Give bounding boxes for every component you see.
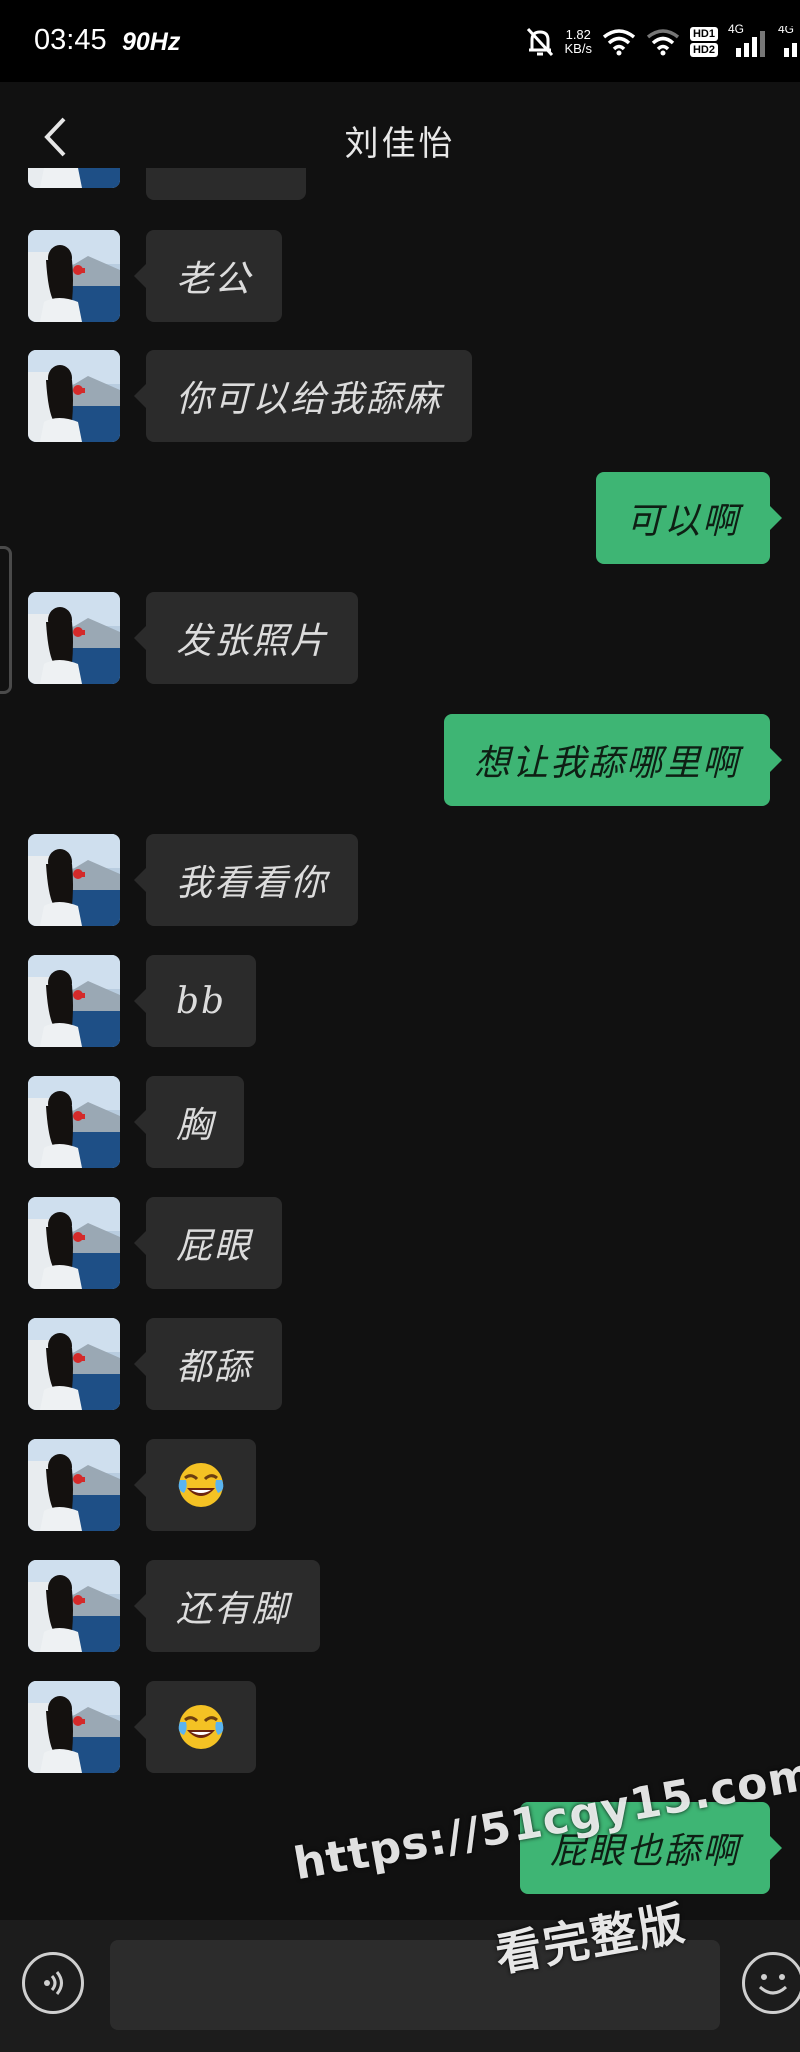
contact-avatar[interactable] xyxy=(28,592,120,684)
contact-avatar[interactable] xyxy=(28,1076,120,1168)
message-row: 可以啊 xyxy=(595,472,784,564)
message-input[interactable] xyxy=(110,1940,720,2030)
signal-bars-icon xyxy=(736,31,765,57)
contact-avatar[interactable] xyxy=(28,1318,120,1410)
partial-message-row xyxy=(28,168,428,204)
incoming-bubble[interactable]: 屁眼 xyxy=(133,1197,283,1289)
avatar xyxy=(28,168,120,188)
input-bar xyxy=(0,1920,800,2052)
net-speed-value: 1.82 xyxy=(565,27,591,42)
incoming-emoji-bubble[interactable] xyxy=(134,1439,256,1531)
status-time: 03:45 xyxy=(34,24,107,56)
incoming-bubble[interactable]: 胸 xyxy=(133,1076,245,1168)
emoji-button[interactable] xyxy=(742,1952,800,2014)
message-row: 屁眼也舔啊 xyxy=(519,1802,784,1894)
wifi-secondary-icon xyxy=(646,29,680,56)
hd2-badge: HD2 xyxy=(689,43,718,57)
message-row: 你可以给我舔麻 xyxy=(28,350,473,442)
contact-avatar[interactable] xyxy=(28,834,120,926)
message-row: 想让我舔哪里啊 xyxy=(443,714,784,806)
incoming-bubble[interactable]: 我看看你 xyxy=(133,834,359,926)
incoming-bubble[interactable]: 你可以给我舔麻 xyxy=(133,350,473,442)
contact-avatar[interactable] xyxy=(28,1439,120,1531)
message-row: 还有脚 xyxy=(28,1560,321,1652)
refresh-rate: 90Hz xyxy=(122,28,181,56)
signal-bars-2-icon xyxy=(784,43,797,57)
partial-bubble xyxy=(146,168,306,200)
outgoing-bubble[interactable]: 想让我舔哪里啊 xyxy=(443,714,783,806)
contact-avatar[interactable] xyxy=(28,1560,120,1652)
message-row: bb xyxy=(28,955,257,1047)
hd1-badge: HD1 xyxy=(689,27,718,41)
outgoing-bubble[interactable]: 可以啊 xyxy=(595,472,783,564)
contact-avatar[interactable] xyxy=(28,1197,120,1289)
outgoing-bubble[interactable]: 屁眼也舔啊 xyxy=(519,1802,783,1894)
net-speed: 1.82 KB/s xyxy=(565,28,592,56)
message-row: 我看看你 xyxy=(28,834,359,926)
status-icons: 1.82 KB/s HD1 HD2 4G 4G xyxy=(525,22,800,62)
wifi-icon xyxy=(602,29,636,56)
incoming-bubble[interactable]: 都舔 xyxy=(133,1318,283,1410)
message-row: 屁眼 xyxy=(28,1197,283,1289)
signal-1: 4G xyxy=(728,22,768,58)
contact-avatar[interactable] xyxy=(28,1681,120,1773)
incoming-bubble[interactable]: 发张照片 xyxy=(133,592,359,684)
signal-2: 4G xyxy=(778,26,800,58)
status-bar: 03:45 90Hz 1.82 KB/s HD1 HD2 4G 4G xyxy=(0,0,800,82)
message-row: 老公 xyxy=(28,230,283,322)
incoming-bubble[interactable]: bb xyxy=(133,955,257,1047)
hd-badges: HD1 HD2 xyxy=(689,27,718,57)
contact-avatar[interactable] xyxy=(28,350,120,442)
laughing-crying-emoji-icon xyxy=(176,1460,226,1510)
message-row: 都舔 xyxy=(28,1318,283,1410)
contact-avatar[interactable] xyxy=(28,230,120,322)
laughing-crying-emoji-icon xyxy=(176,1702,226,1752)
edge-panel-handle[interactable] xyxy=(0,546,12,694)
net-speed-unit: KB/s xyxy=(564,41,592,56)
incoming-bubble[interactable]: 还有脚 xyxy=(133,1560,321,1652)
contact-avatar[interactable] xyxy=(28,955,120,1047)
message-row: 胸 xyxy=(28,1076,245,1168)
emoji-icon xyxy=(758,1974,788,1995)
message-row xyxy=(28,1439,256,1531)
message-row: 发张照片 xyxy=(28,592,359,684)
incoming-bubble[interactable]: 老公 xyxy=(133,230,283,322)
voice-button[interactable] xyxy=(22,1952,84,2014)
message-row xyxy=(28,1681,256,1773)
bell-off-icon xyxy=(526,27,553,57)
chat-title: 刘佳怡 xyxy=(344,124,456,164)
incoming-emoji-bubble[interactable] xyxy=(134,1681,256,1773)
voice-icon xyxy=(44,1971,63,1995)
